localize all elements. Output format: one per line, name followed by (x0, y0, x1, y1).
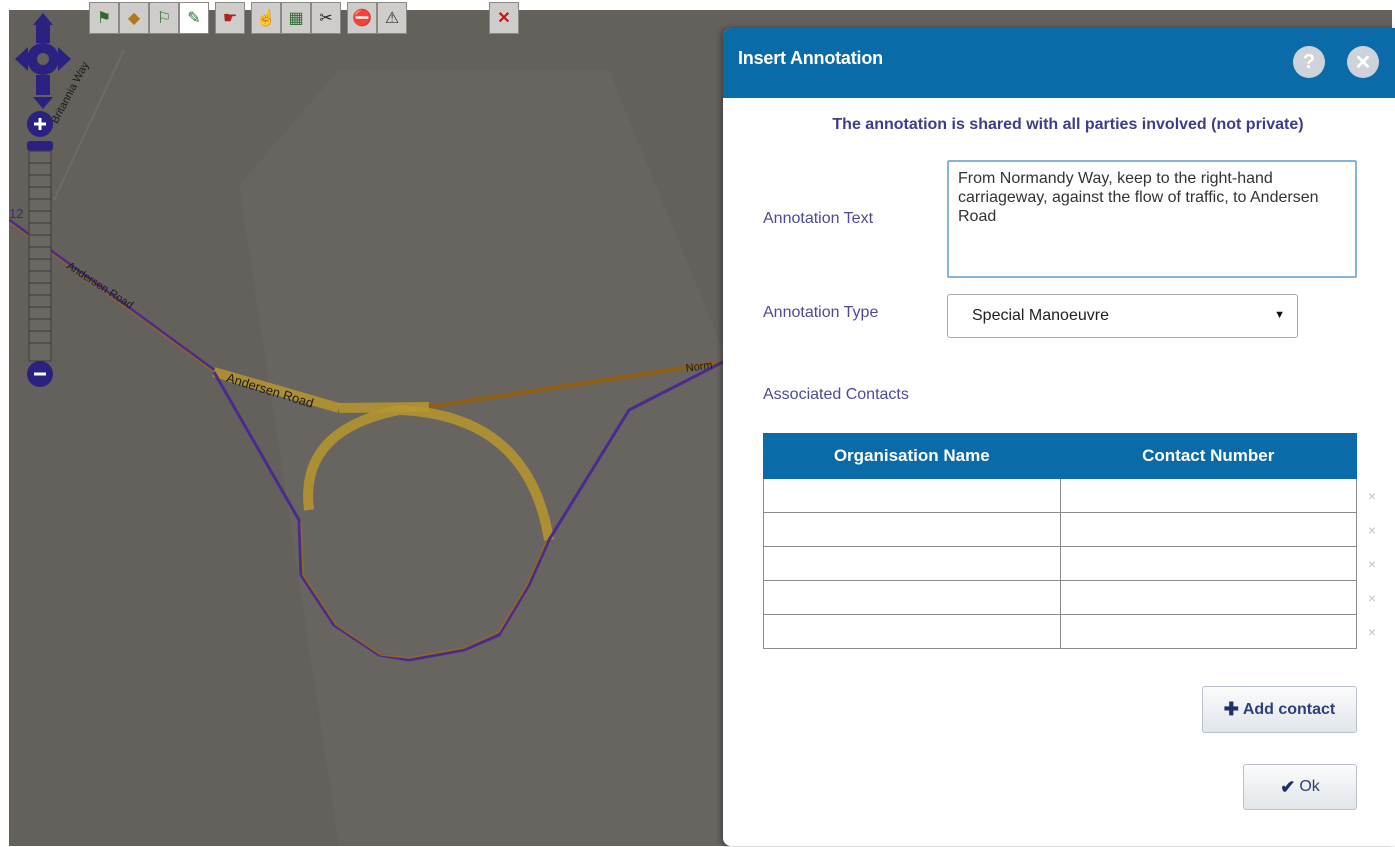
contact-number-cell[interactable] (1059, 478, 1357, 513)
pencil-icon[interactable]: ✎ (179, 2, 209, 34)
table-row (763, 512, 1357, 547)
associated-contacts-label: Associated Contacts (763, 386, 909, 403)
column-header-contact-number: Contact Number (1059, 433, 1357, 479)
insert-annotation-dialog: Insert Annotation ? ✕ The annotation is … (723, 28, 1395, 846)
pan-left-arrow-icon (15, 47, 28, 71)
annotation-type-select[interactable]: Special Manoeuvre ▼ (947, 294, 1298, 338)
organisation-name-cell[interactable] (763, 546, 1061, 581)
contact-number-cell[interactable] (1059, 546, 1357, 581)
table-row (763, 546, 1357, 581)
organisation-name-cell[interactable] (763, 512, 1061, 547)
no-entry-icon[interactable]: ⛔ (347, 2, 377, 34)
flags-icon[interactable]: ⚑ (89, 2, 119, 34)
chevron-down-icon: ▼ (1274, 309, 1285, 321)
organisation-name-cell[interactable] (763, 478, 1061, 513)
hand-cut-icon[interactable]: ☛ (215, 2, 245, 34)
contact-number-cell[interactable] (1059, 512, 1357, 547)
table-row (763, 580, 1357, 615)
contact-number-cell[interactable] (1059, 614, 1357, 649)
pan-right-arrow-icon (58, 47, 71, 71)
diamond-sign-icon[interactable]: ◆ (119, 2, 149, 34)
check-icon: ✔ (1280, 776, 1296, 797)
plus-icon: ✚ (1223, 699, 1239, 719)
dialog-title: Insert Annotation (738, 48, 883, 68)
ok-button[interactable]: ✔ Ok (1243, 764, 1357, 810)
remove-row-icon[interactable]: × (1368, 522, 1376, 538)
annotation-type-label: Annotation Type (763, 304, 879, 321)
organisation-name-cell[interactable] (763, 614, 1061, 649)
zoom-level-label: 12 (9, 206, 24, 221)
annotation-text-label: Annotation Text (763, 210, 874, 227)
flags-outline-icon[interactable]: ⚐ (149, 2, 179, 34)
close-icon[interactable]: ✕ (1347, 46, 1379, 78)
hand-grid-icon[interactable]: ▦ (281, 2, 311, 34)
warning-icon[interactable]: ⚠ (377, 2, 407, 34)
annotation-type-value: Special Manoeuvre (972, 307, 1109, 324)
annotation-text-field[interactable] (947, 160, 1357, 278)
zoom-handle (27, 141, 53, 151)
dialog-header: Insert Annotation ? ✕ (723, 28, 1395, 98)
zoom-slider[interactable] (25, 109, 55, 389)
add-contact-button[interactable]: ✚ Add contact (1202, 686, 1357, 733)
remove-row-icon[interactable]: × (1368, 556, 1376, 572)
column-header-organisation: Organisation Name (763, 433, 1061, 479)
organisation-name-cell[interactable] (763, 580, 1061, 615)
contacts-table: Organisation Name Contact Number (763, 433, 1357, 649)
pan-control[interactable] (15, 13, 71, 109)
pan-down-arrow-icon (33, 97, 53, 109)
remove-row-icon[interactable]: × (1368, 624, 1376, 640)
hand-flag-icon[interactable]: ☝ (251, 2, 281, 34)
table-row (763, 478, 1357, 513)
ok-label: Ok (1299, 778, 1320, 795)
remove-row-icon[interactable]: × (1368, 590, 1376, 606)
scissors-icon[interactable]: ✂ (311, 2, 341, 34)
help-icon[interactable]: ? (1293, 46, 1325, 78)
contact-number-cell[interactable] (1059, 580, 1357, 615)
clear-icon[interactable]: ✕ (489, 2, 519, 34)
sharing-notice: The annotation is shared with all partie… (832, 116, 1304, 133)
remove-row-icon[interactable]: × (1368, 488, 1376, 504)
table-row (763, 614, 1357, 649)
add-contact-label: Add contact (1242, 700, 1336, 718)
